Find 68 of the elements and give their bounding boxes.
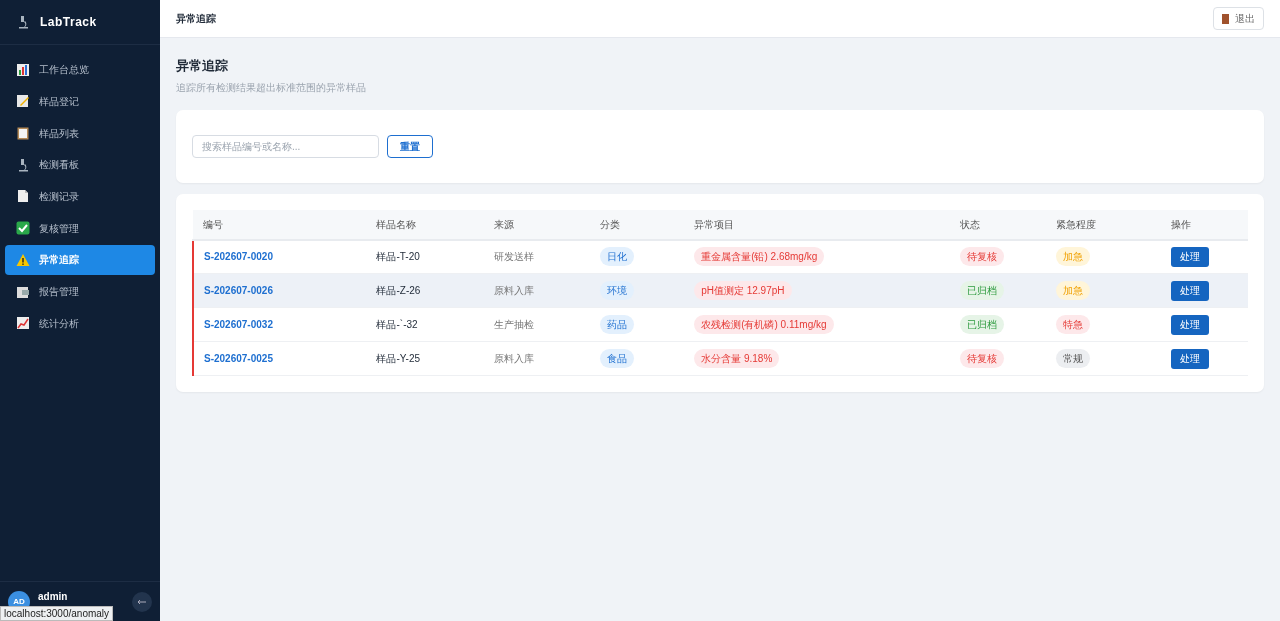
anomaly-tag: pH值测定 12.97pH (694, 281, 792, 300)
anomaly-tag: 水分含量 9.18% (694, 349, 780, 368)
document-icon (16, 189, 30, 204)
urgency-badge: 常规 (1056, 349, 1091, 368)
urgency-badge: 加急 (1056, 247, 1091, 267)
nav-item[interactable]: 统计分析 (5, 308, 155, 339)
logout-button[interactable]: 退出 (1213, 7, 1264, 30)
search-field[interactable]: 搜索样品编号或名称... (192, 134, 379, 158)
table-cell: 研发送样 (483, 239, 590, 274)
process-button[interactable]: 处理 (1171, 314, 1210, 335)
table-cell: 生产抽检 (483, 307, 590, 342)
line-chart-icon (16, 316, 30, 331)
category-tag: 环境 (599, 281, 634, 300)
anomaly-tag: 农残检测(有机磷) 0.11mg/kg (694, 315, 834, 334)
status-badge: 待复核 (959, 247, 1004, 267)
column-header: 状态 (949, 209, 1047, 240)
status-url: localhost:3000/anomaly (0, 606, 114, 621)
column-header: 来源 (483, 209, 590, 240)
column-header: 样品名称 (366, 209, 484, 240)
category-tag: 食品 (599, 349, 634, 368)
brand-name: LabTrack (40, 14, 97, 31)
urgency-badge: 加急 (1056, 281, 1091, 300)
reset-button[interactable]: 重置 (387, 134, 433, 158)
nav-item[interactable]: 报告管理 (5, 276, 155, 307)
column-header: 异常项目 (684, 209, 950, 240)
memo-icon (16, 94, 30, 109)
checkmark-icon (16, 221, 30, 236)
status-badge: 已归档 (959, 315, 1004, 334)
report-icon (16, 284, 30, 299)
nav-item[interactable]: 工作台总览 (5, 54, 155, 85)
page-subtitle: 追踪所有检测结果超出标准范围的异常样品 (176, 80, 367, 95)
process-button[interactable]: 处理 (1171, 348, 1210, 369)
column-header: 操作 (1161, 209, 1248, 240)
table-cell: 样品-Z-26 (366, 273, 484, 308)
nav-item[interactable]: 样品列表 (5, 118, 155, 149)
status-badge: 待复核 (959, 349, 1004, 368)
nav-item[interactable]: 复核管理 (5, 213, 155, 244)
clipboard-icon (16, 126, 30, 141)
column-header: 分类 (589, 209, 685, 240)
warning-icon (16, 252, 30, 267)
microscope-icon (16, 14, 30, 30)
table-cell: 样品-T-20 (366, 239, 484, 274)
nav-item[interactable]: 样品登记 (5, 86, 155, 117)
column-header: 紧急程度 (1046, 209, 1162, 240)
page-heading: 异常追踪 (176, 57, 229, 75)
page-title: 异常追踪 (176, 12, 216, 26)
urgency-badge: 特急 (1056, 315, 1091, 334)
microscope-icon (16, 157, 30, 172)
sample-id-link[interactable]: S-202607-0025 (193, 341, 367, 376)
category-tag: 日化 (599, 247, 634, 267)
process-button[interactable]: 处理 (1171, 280, 1210, 301)
process-button[interactable]: 处理 (1171, 246, 1210, 267)
nav-item[interactable]: 检测看板 (5, 149, 155, 180)
door-icon (1222, 13, 1229, 24)
table-cell: 样品-`-32 (366, 307, 484, 342)
bar-chart-icon (16, 62, 30, 77)
collapse-button[interactable] (132, 591, 152, 612)
nav-item[interactable]: 异常追踪 (5, 244, 155, 275)
user-name: admin (38, 590, 68, 604)
category-tag: 药品 (599, 315, 634, 334)
status-badge: 已归档 (959, 281, 1004, 300)
column-header: 编号 (193, 209, 367, 240)
table-cell: 样品-Y-25 (366, 341, 484, 376)
table-cell: 原料入库 (483, 341, 590, 376)
left-arrow-icon (137, 598, 147, 605)
table-cell: 原料入库 (483, 273, 590, 308)
anomaly-tag: 重金属含量(铅) 2.68mg/kg (694, 247, 825, 267)
nav-item[interactable]: 检测记录 (5, 181, 155, 212)
